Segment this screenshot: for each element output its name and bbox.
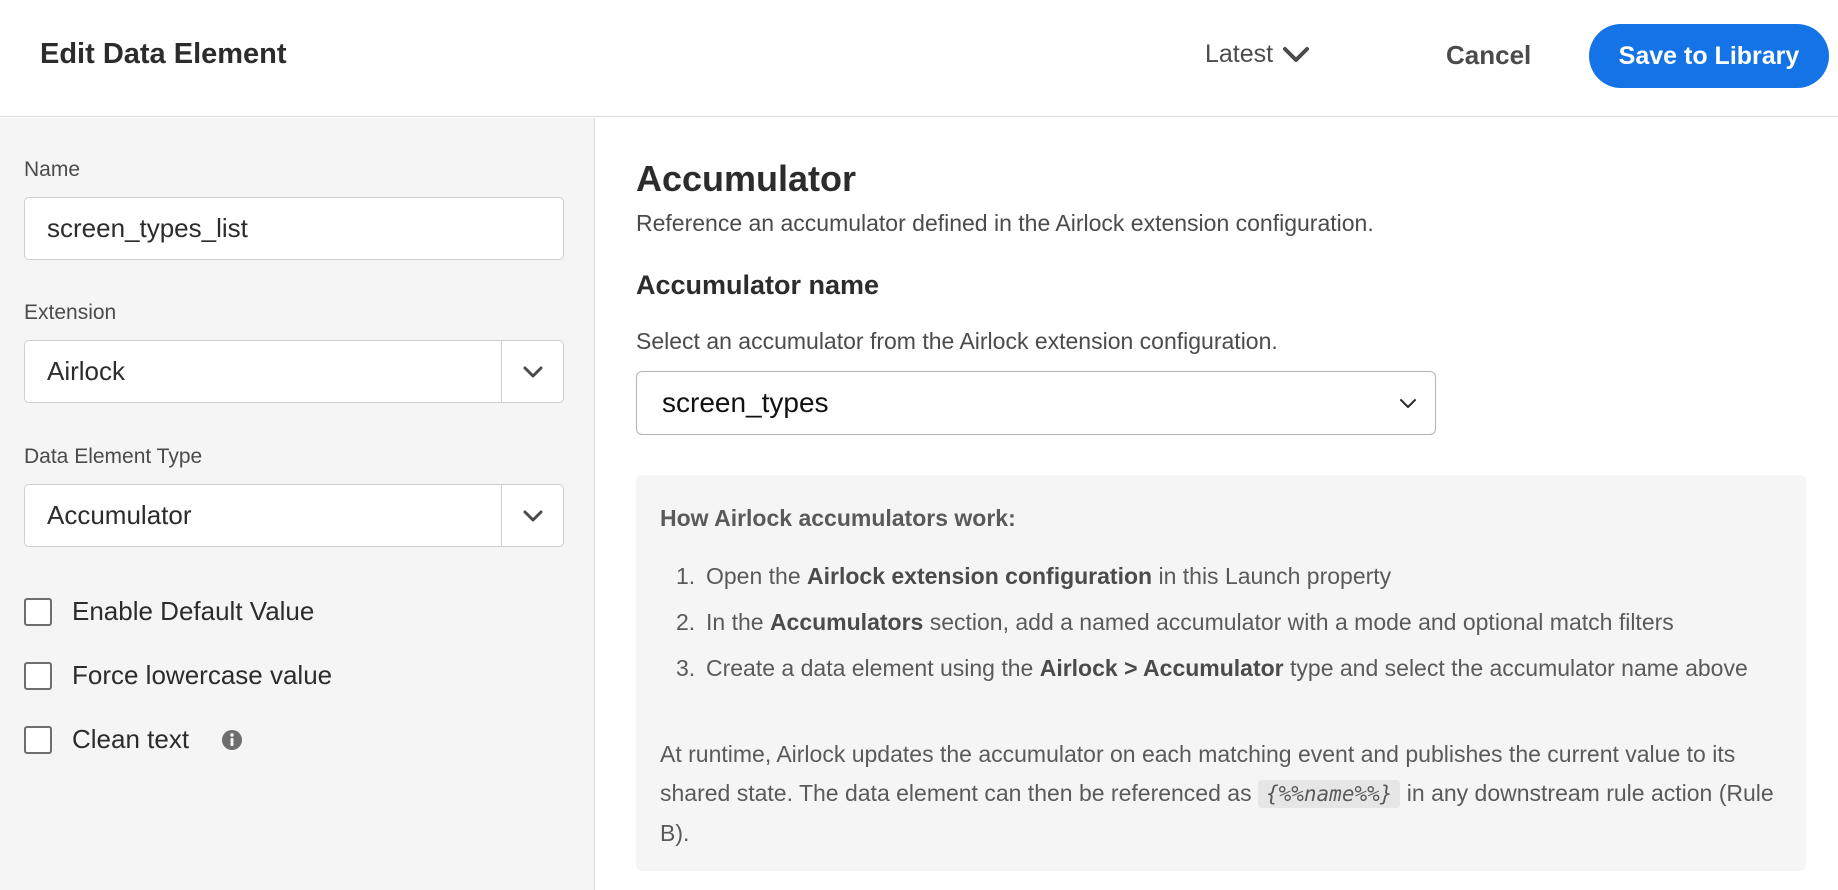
data-element-type-select[interactable]: Accumulator	[24, 484, 564, 547]
extension-select[interactable]: Airlock	[24, 340, 564, 403]
clean-text-checkbox-row[interactable]: Clean text	[24, 724, 243, 755]
list-item: 1. Open the Airlock extension configurat…	[676, 557, 1786, 595]
runtime-explanation: At runtime, Airlock updates the accumula…	[660, 735, 1780, 853]
step-number: 3.	[676, 655, 696, 681]
version-picker[interactable]: Latest	[1205, 40, 1310, 69]
clean-text-label: Clean text	[72, 724, 190, 754]
enable-default-value-checkbox-row[interactable]: Enable Default Value	[24, 596, 314, 627]
page-title: Edit Data Element	[40, 38, 287, 70]
enable-default-value-label: Enable Default Value	[72, 596, 315, 626]
how-it-works-box: How Airlock accumulators work: 1. Open t…	[636, 475, 1806, 871]
list-item: 3. Create a data element using the Airlo…	[676, 649, 1786, 687]
chevron-down-icon	[523, 366, 542, 377]
accumulator-name-description: Select an accumulator from the Airlock e…	[636, 328, 1278, 354]
step-text-pre: In the	[706, 609, 770, 635]
accumulator-description: Reference an accumulator defined in the …	[636, 210, 1374, 236]
chevron-down-icon	[1283, 46, 1310, 62]
step-text: Create a data element using the Airlock …	[706, 649, 1748, 687]
data-element-type-value: Accumulator	[47, 500, 192, 530]
step-text-bold: Airlock extension configuration	[807, 563, 1153, 589]
step-text-bold: Accumulators	[769, 609, 924, 635]
code-token: {%%name%%}	[1257, 780, 1401, 808]
step-number: 1.	[676, 563, 696, 589]
cancel-button[interactable]: Cancel	[1430, 30, 1547, 80]
step-text-post: section, add a named accumulator with a …	[923, 609, 1674, 635]
extension-value: Airlock	[47, 356, 126, 386]
data-element-type-label: Data Element Type	[24, 445, 203, 468]
accumulator-title: Accumulator	[636, 158, 857, 199]
info-icon[interactable]	[221, 729, 243, 751]
left-panel: Name Extension Airlock Data Element Type…	[0, 118, 595, 890]
name-label: Name	[24, 158, 81, 181]
how-it-works-heading: How Airlock accumulators work:	[660, 505, 1016, 531]
accumulator-name-value: screen_types	[662, 387, 829, 418]
step-text: In the Accumulators section, add a named…	[706, 603, 1674, 641]
accumulator-name-heading: Accumulator name	[636, 270, 880, 300]
force-lowercase-checkbox-row[interactable]: Force lowercase value	[24, 660, 332, 691]
step-text-pre: Create a data element using the	[706, 655, 1040, 681]
config-panel: Accumulator Reference an accumulator def…	[596, 118, 1838, 890]
extension-dropdown-toggle[interactable]	[501, 341, 563, 402]
force-lowercase-checkbox[interactable]	[24, 661, 52, 690]
steps-list: 1. Open the Airlock extension configurat…	[676, 557, 1786, 695]
data-element-type-dropdown-toggle[interactable]	[501, 485, 563, 546]
chevron-down-icon	[523, 510, 542, 521]
header-bar: Edit Data Element Latest Cancel Save to …	[0, 0, 1838, 117]
list-item: 2. In the Accumulators section, add a na…	[676, 603, 1786, 641]
step-text-bold: Airlock > Accumulator	[1039, 655, 1284, 681]
step-number: 2.	[676, 609, 696, 635]
step-text-post: type and select the accumulator name abo…	[1283, 655, 1748, 681]
extension-label: Extension	[24, 301, 117, 324]
accumulator-name-select[interactable]: screen_types	[636, 371, 1436, 435]
chevron-down-icon	[1400, 398, 1416, 408]
force-lowercase-label: Force lowercase value	[72, 660, 333, 690]
clean-text-checkbox[interactable]	[24, 725, 52, 754]
step-text: Open the Airlock extension configuration…	[706, 557, 1391, 595]
version-label: Latest	[1205, 40, 1274, 68]
step-text-post: in this Launch property	[1152, 563, 1392, 589]
step-text-pre: Open the	[706, 563, 808, 589]
enable-default-value-checkbox[interactable]	[24, 597, 52, 626]
save-to-library-button[interactable]: Save to Library	[1589, 24, 1829, 88]
name-input[interactable]	[24, 197, 564, 260]
